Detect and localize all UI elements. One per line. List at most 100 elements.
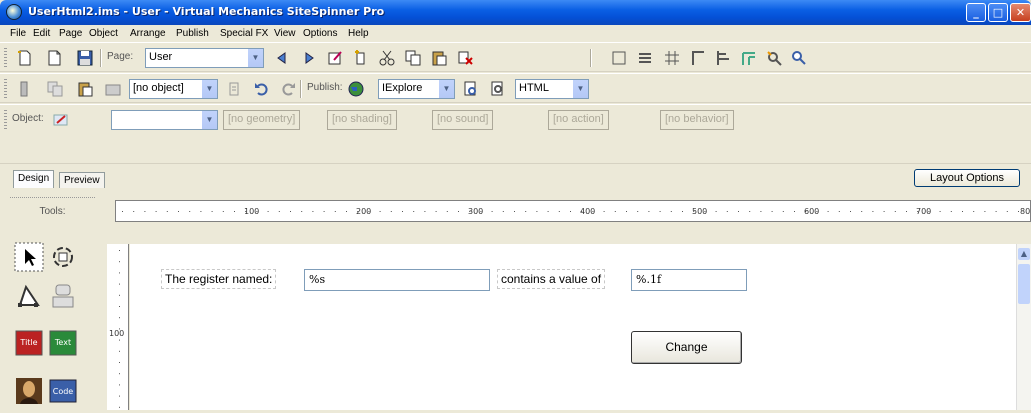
register-value-input[interactable]: %.1f bbox=[631, 269, 747, 291]
new-page-icon[interactable] bbox=[16, 49, 34, 67]
ruler-tick-label: 600 bbox=[804, 207, 819, 216]
layout-options-button[interactable]: Layout Options bbox=[914, 169, 1020, 187]
separator bbox=[300, 80, 302, 98]
tab-design[interactable]: Design bbox=[13, 170, 55, 188]
scroll-up-icon[interactable]: ▲ bbox=[1018, 248, 1030, 260]
open-icon[interactable] bbox=[46, 49, 64, 67]
chevron-down-icon[interactable]: ▼ bbox=[247, 49, 263, 67]
chevron-down-icon[interactable]: ▼ bbox=[438, 80, 454, 98]
delete-icon[interactable] bbox=[456, 49, 474, 67]
object-library-icon[interactable] bbox=[104, 80, 122, 98]
ruler-tick bbox=[379, 211, 381, 212]
select-tool-icon[interactable] bbox=[14, 242, 44, 272]
object-select[interactable]: [no object] ▼ bbox=[129, 79, 218, 99]
format-select[interactable]: HTML ▼ bbox=[515, 79, 589, 99]
title-bar[interactable]: UserHtml2.ims - User - Virtual Mechanics… bbox=[0, 0, 1031, 25]
vertical-scrollbar[interactable]: ▲ bbox=[1016, 244, 1031, 410]
chevron-down-icon[interactable]: ▼ bbox=[201, 111, 217, 129]
toolbar-grip[interactable] bbox=[4, 79, 7, 99]
title-tool-icon[interactable]: Title bbox=[14, 328, 44, 358]
toolbar-grip[interactable] bbox=[4, 48, 7, 68]
cut-icon[interactable] bbox=[378, 49, 396, 67]
rotate-tool-icon[interactable] bbox=[48, 242, 78, 272]
geometry-button[interactable]: [no geometry] bbox=[223, 110, 301, 130]
page-select[interactable]: User ▼ bbox=[145, 48, 264, 68]
register-value-label: contains a value of bbox=[497, 269, 606, 289]
ruler-tick bbox=[491, 211, 493, 212]
magnifier-icon[interactable] bbox=[790, 49, 808, 67]
browser-select[interactable]: IExplore ▼ bbox=[378, 79, 455, 99]
align-icon[interactable] bbox=[714, 49, 732, 67]
minimize-icon[interactable]: _ bbox=[966, 3, 986, 22]
object-type-select[interactable]: ▼ bbox=[111, 110, 218, 130]
behavior-button[interactable]: [no behavior] bbox=[660, 110, 734, 130]
next-page-icon[interactable] bbox=[300, 49, 318, 67]
save-icon[interactable] bbox=[76, 49, 94, 67]
change-button[interactable]: Change bbox=[631, 331, 742, 364]
shading-button[interactable]: [no shading] bbox=[327, 110, 397, 130]
stamp-tool-icon[interactable] bbox=[48, 281, 78, 311]
maximize-icon[interactable]: □ bbox=[988, 3, 1008, 22]
edit-page-icon[interactable] bbox=[326, 49, 344, 67]
menu-publish[interactable]: Publish bbox=[176, 28, 209, 39]
undo-icon[interactable] bbox=[253, 80, 271, 98]
preview-browser-icon[interactable] bbox=[462, 80, 480, 98]
register-name-input[interactable]: %s bbox=[304, 269, 490, 291]
paste-object-icon[interactable] bbox=[76, 80, 94, 98]
app-icon[interactable] bbox=[6, 4, 22, 20]
frame-icon[interactable] bbox=[610, 49, 628, 67]
guides-icon[interactable] bbox=[740, 49, 758, 67]
copy-object-icon[interactable] bbox=[46, 80, 64, 98]
ruler-tick bbox=[119, 283, 120, 285]
menu-object[interactable]: Object bbox=[89, 28, 118, 39]
horizontal-ruler[interactable]: 100 200 300 400 500 600 700 800 bbox=[115, 200, 1031, 222]
toolbar-grip[interactable] bbox=[4, 110, 7, 130]
menu-help[interactable]: Help bbox=[348, 28, 369, 39]
chevron-down-icon[interactable]: ▼ bbox=[572, 80, 588, 98]
text-tool-icon[interactable]: Text bbox=[48, 328, 78, 358]
image-tool-icon[interactable] bbox=[14, 376, 44, 406]
new-page-plus-icon[interactable] bbox=[352, 49, 370, 67]
previous-page-icon[interactable] bbox=[273, 49, 291, 67]
object-properties-icon[interactable] bbox=[16, 80, 34, 98]
action-button[interactable]: [no action] bbox=[548, 110, 609, 130]
code-tool-icon[interactable]: Code bbox=[48, 376, 78, 406]
ruler-tick bbox=[278, 211, 280, 212]
preview-page-icon[interactable] bbox=[489, 80, 507, 98]
ruler-tick bbox=[166, 211, 168, 212]
object-label: Object: bbox=[12, 113, 44, 124]
ruler-tick bbox=[119, 339, 120, 341]
ruler-tick bbox=[402, 211, 403, 212]
menu-options[interactable]: Options bbox=[303, 28, 337, 39]
ruler-icon[interactable] bbox=[688, 49, 706, 67]
menu-view[interactable]: View bbox=[274, 28, 296, 39]
ruler-tick bbox=[973, 211, 975, 212]
close-icon[interactable]: ✕ bbox=[1010, 3, 1031, 22]
menu-edit[interactable]: Edit bbox=[33, 28, 50, 39]
object-style-icon[interactable] bbox=[52, 111, 70, 129]
redo-icon[interactable] bbox=[279, 80, 297, 98]
ruler-tick bbox=[939, 211, 941, 212]
object-properties-toolbar: Object: ▼ [no geometry] [no shading] [no… bbox=[0, 104, 1031, 164]
object-link-icon[interactable] bbox=[226, 80, 244, 98]
shape-tool-icon[interactable] bbox=[14, 281, 44, 311]
paste-icon[interactable] bbox=[430, 49, 448, 67]
publish-globe-icon[interactable] bbox=[347, 80, 365, 98]
menu-arrange[interactable]: Arrange bbox=[130, 28, 166, 39]
menu-page[interactable]: Page bbox=[59, 28, 82, 39]
grid-icon[interactable] bbox=[636, 49, 654, 67]
ruler-tick bbox=[122, 211, 123, 212]
ruler-tick bbox=[267, 211, 269, 212]
ruler-tick bbox=[536, 211, 538, 212]
menu-file[interactable]: File bbox=[10, 28, 26, 39]
zoom-tool-icon[interactable] bbox=[765, 49, 783, 67]
menu-special-fx[interactable]: Special FX bbox=[220, 28, 268, 39]
scroll-thumb[interactable] bbox=[1018, 264, 1030, 304]
snap-grid-icon[interactable] bbox=[663, 49, 681, 67]
copy-icon[interactable] bbox=[404, 49, 422, 67]
vertical-ruler[interactable]: 100 bbox=[107, 244, 129, 410]
sound-button[interactable]: [no sound] bbox=[432, 110, 494, 130]
chevron-down-icon[interactable]: ▼ bbox=[201, 80, 217, 98]
ruler-tick bbox=[1018, 211, 1019, 212]
tab-preview[interactable]: Preview bbox=[59, 172, 105, 188]
